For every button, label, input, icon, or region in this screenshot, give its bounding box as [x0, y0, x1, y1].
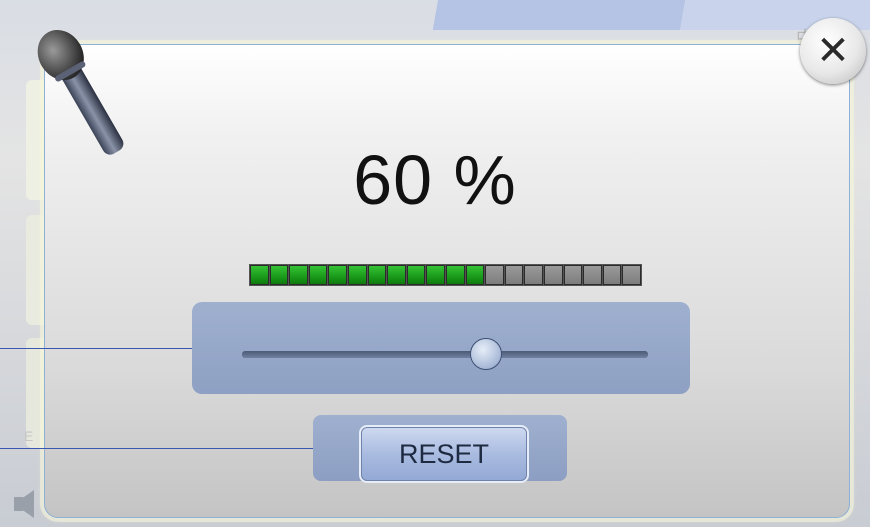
meter-segment — [583, 265, 602, 285]
volume-slider-track[interactable] — [242, 351, 648, 358]
meter-segment — [602, 265, 622, 285]
meter-segment — [387, 265, 406, 285]
meter-segment — [504, 265, 524, 285]
level-meter — [249, 264, 642, 286]
meter-segment — [289, 265, 308, 285]
meter-segment — [524, 265, 543, 285]
close-button[interactable]: ✕ — [800, 18, 866, 84]
callout-line — [0, 348, 195, 349]
close-icon: ✕ — [816, 28, 850, 74]
reset-panel: RESET — [313, 415, 567, 483]
meter-segment — [367, 265, 387, 285]
app-screen: 中 E ✕ 60 % — [0, 0, 870, 527]
reset-button[interactable]: RESET — [359, 425, 529, 483]
meter-segment — [426, 265, 445, 285]
meter-segment — [328, 265, 347, 285]
meter-segment — [269, 265, 289, 285]
meter-segment — [308, 265, 328, 285]
meter-segment — [445, 265, 465, 285]
volume-slider-thumb[interactable] — [469, 338, 502, 370]
meter-segment — [622, 265, 641, 285]
volume-slider-panel — [192, 302, 690, 394]
meter-segment — [406, 265, 426, 285]
meter-segment — [465, 265, 485, 285]
meter-segment — [543, 265, 563, 285]
meter-segment — [485, 265, 504, 285]
meter-segment — [563, 265, 583, 285]
background-side-label: E — [24, 428, 34, 444]
meter-segment — [250, 265, 269, 285]
volume-level-readout: 60 % — [353, 141, 517, 219]
meter-segment — [347, 265, 367, 285]
callout-line — [0, 448, 316, 449]
